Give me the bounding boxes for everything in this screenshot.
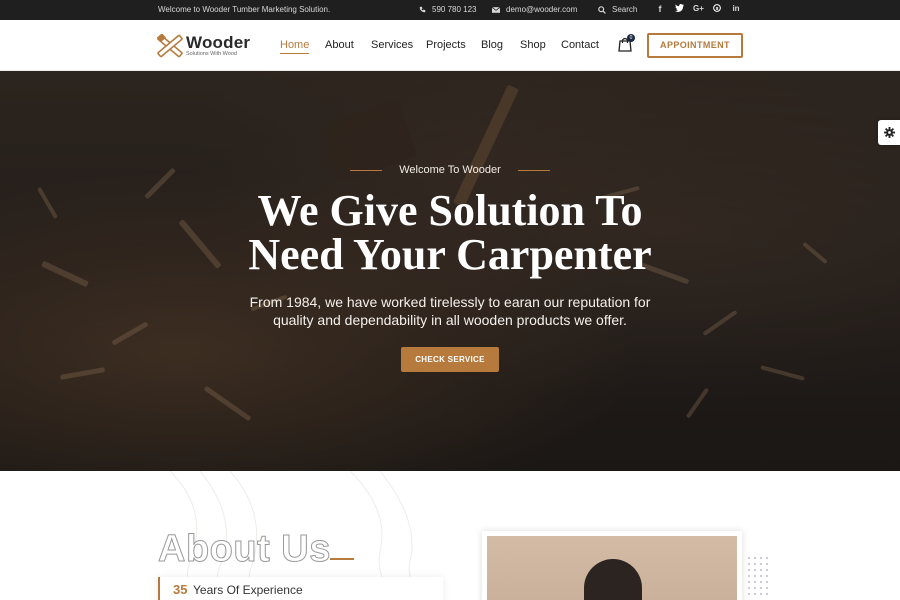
settings-toggle[interactable] (878, 120, 900, 145)
experience-card: 35 Years Of Experience (158, 577, 443, 600)
nav-about[interactable]: About (325, 39, 354, 51)
hero-title-line1: We Give Solution To (257, 186, 643, 235)
google-plus-icon[interactable]: G+ (693, 4, 704, 14)
welcome-line-left (350, 169, 383, 171)
hammer-cross-logo-icon (157, 34, 183, 58)
hero-title: We Give Solution To Need Your Carpenter (0, 189, 900, 277)
skype-icon[interactable]: s (712, 4, 722, 14)
about-photo-frame (482, 531, 742, 600)
nav-home[interactable]: Home (280, 39, 310, 54)
nav-contact[interactable]: Contact (561, 39, 599, 51)
top-search[interactable]: Search (598, 5, 637, 14)
welcome-text: Welcome to Wooder Tumber Marketing Solut… (158, 5, 331, 14)
appointment-button[interactable]: APPOINTMENT (647, 33, 743, 58)
hero-title-line2: Need Your Carpenter (248, 230, 652, 279)
phone-link[interactable]: 590 780 123 (419, 5, 477, 14)
nav-shop[interactable]: Shop (520, 39, 546, 51)
logo[interactable]: Wooder Solutions With Wood (157, 34, 250, 58)
gear-icon (883, 127, 895, 138)
hero-subtitle-line2: quality and dependability in all wooden … (273, 312, 627, 328)
nav-services[interactable]: Services (371, 39, 413, 51)
svg-text:s: s (716, 7, 719, 12)
experience-label: Years Of Experience (193, 583, 303, 597)
linkedin-icon[interactable]: in (731, 4, 741, 14)
social-links: f G+ s in (655, 4, 741, 14)
top-bar: Welcome to Wooder Tumber Marketing Solut… (0, 0, 900, 20)
brand-tagline: Solutions With Wood (186, 51, 237, 58)
about-photo (487, 536, 737, 600)
hero-banner: Welcome To Wooder We Give Solution To Ne… (0, 71, 900, 471)
welcome-line-right (517, 169, 550, 171)
experience-number: 35 (173, 582, 188, 597)
hero-subtitle: From 1984, we have worked tirelessly to … (0, 293, 900, 329)
twitter-icon[interactable] (674, 4, 684, 14)
dot-pattern-decoration (746, 555, 770, 595)
facebook-icon[interactable]: f (655, 4, 665, 14)
hero-subtitle-line1: From 1984, we have worked tirelessly to … (249, 294, 651, 310)
about-section: About Us 35 Years Of Experience (0, 471, 900, 600)
phone-icon (419, 6, 426, 13)
search-icon (598, 5, 606, 14)
nav-projects[interactable]: Projects (426, 39, 466, 51)
email-link[interactable]: demo@wooder.com (492, 5, 577, 14)
nav-blog[interactable]: Blog (481, 39, 503, 51)
cart-count-badge: 0 (627, 34, 635, 42)
person-silhouette (584, 559, 642, 600)
hero-welcome-text: Welcome To Wooder (399, 164, 501, 176)
cart-button[interactable]: 0 (618, 34, 635, 53)
search-label: Search (612, 5, 638, 14)
about-title: About Us (158, 528, 331, 570)
brand-name: Wooder (186, 33, 251, 53)
email-address: demo@wooder.com (506, 5, 578, 14)
about-title-dash (330, 558, 354, 560)
mail-icon (492, 6, 500, 13)
check-service-button[interactable]: CHECK SERVICE (401, 347, 499, 372)
phone-number: 590 780 123 (432, 5, 477, 14)
main-header: Wooder Solutions With Wood Home About Se… (0, 20, 900, 71)
